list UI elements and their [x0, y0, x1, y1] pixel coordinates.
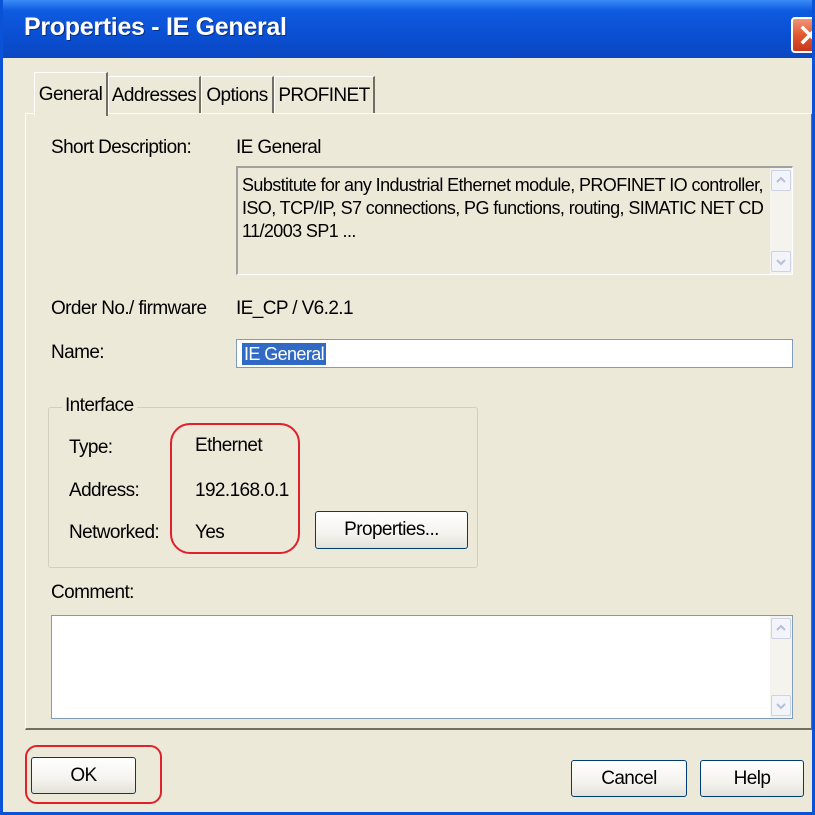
description-box[interactable]: Substitute for any Industrial Ethernet m… [236, 166, 793, 275]
interface-address-label: Address: [69, 480, 140, 501]
name-input[interactable]: IE General [236, 339, 793, 368]
tab-label: PROFINET [278, 84, 370, 106]
interface-legend: Interface [62, 395, 137, 417]
red-highlight-interface-values [170, 423, 300, 554]
tab-label: Options [206, 84, 268, 106]
scroll-down-button[interactable] [771, 695, 791, 716]
tab-profinet[interactable]: PROFINET [274, 76, 375, 114]
button-label: Help [733, 767, 771, 789]
tab-label: Addresses [111, 84, 197, 106]
interface-networked-label: Networked: [69, 522, 160, 543]
cancel-button[interactable]: Cancel [571, 760, 687, 797]
scroll-up-arrow-icon [776, 624, 786, 631]
tab-options[interactable]: Options [201, 76, 274, 114]
comment-scrollbar[interactable] [770, 616, 792, 718]
scroll-up-arrow-icon [776, 176, 786, 183]
properties-dialog: Properties - IE General General Addresse… [0, 0, 815, 815]
red-highlight-ok-button [25, 745, 162, 804]
scroll-up-button[interactable] [771, 618, 791, 639]
button-label: Properties... [344, 519, 439, 540]
tab-label: General [38, 83, 103, 105]
name-selected-text: IE General [242, 343, 327, 365]
tab-addresses[interactable]: Addresses [108, 76, 201, 114]
interface-properties-button[interactable]: Properties... [315, 511, 468, 549]
close-button[interactable] [791, 17, 812, 53]
scroll-up-button[interactable] [771, 170, 791, 191]
order-firmware-label: Order No./ firmware [51, 298, 207, 319]
name-label: Name: [51, 342, 105, 363]
tab-general[interactable]: General [34, 72, 108, 116]
comment-textarea[interactable] [51, 615, 793, 719]
scroll-down-button[interactable] [771, 251, 791, 272]
interface-type-label: Type: [69, 437, 113, 458]
window-title: Properties - IE General [24, 13, 287, 41]
button-label: Cancel [601, 767, 657, 789]
help-button[interactable]: Help [700, 760, 804, 797]
comment-label: Comment: [51, 582, 134, 603]
short-description-value: IE General [236, 137, 321, 158]
order-firmware-value: IE_CP / V6.2.1 [236, 298, 354, 319]
description-text: Substitute for any Industrial Ethernet m… [242, 175, 764, 241]
close-icon [800, 25, 812, 45]
scroll-down-arrow-icon [776, 259, 786, 266]
title-bar[interactable]: Properties - IE General [3, 0, 812, 58]
description-scrollbar[interactable] [770, 168, 792, 274]
scroll-down-arrow-icon [776, 703, 786, 710]
short-description-label: Short Description: [51, 137, 192, 158]
